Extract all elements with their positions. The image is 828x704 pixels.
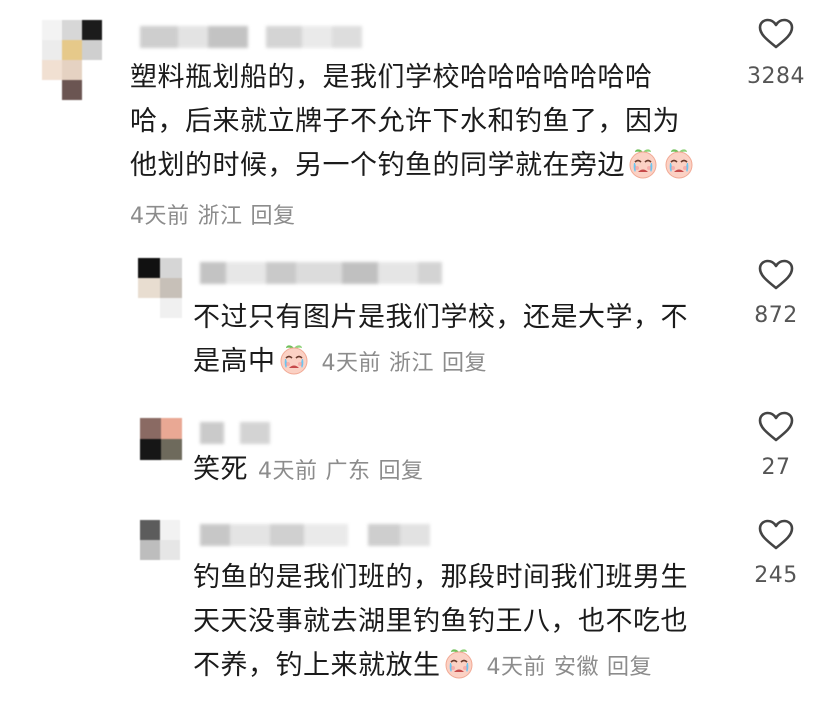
comment-location: 浙江 [197,204,243,229]
like-button[interactable]: 3284 [736,18,816,89]
reply-button[interactable]: 回复 [607,655,652,680]
username[interactable] [200,422,270,444]
comment-time: 4天前 [258,459,318,484]
comment-meta: 4天前 安徽 回复 [487,655,661,680]
like-count: 27 [761,455,791,480]
crying-peach-emoji-icon [442,646,476,680]
comment-time: 4天前 [130,204,190,229]
username[interactable] [140,26,362,48]
reply-button[interactable]: 回复 [442,351,487,376]
avatar[interactable] [138,258,182,318]
crying-peach-emoji-icon [662,146,696,180]
comment-meta: 4天前 浙江 回复 [130,198,304,230]
comment-text[interactable]: 不过只有图片是我们学校，还是大学，不 是高中 4天前 浙江 回复 [193,296,688,386]
comment-text[interactable]: 塑料瓶划船的，是我们学校哈哈哈哈哈哈哈 哈，后来就立牌子不允许下水和钓鱼了，因为… [130,56,697,188]
username[interactable] [200,524,430,546]
comment-location: 浙江 [389,351,435,376]
like-count: 3284 [747,64,805,89]
comment-location: 广东 [325,459,371,484]
crying-peach-emoji-icon [277,342,311,376]
comment-meta: 4天前 广东 回复 [258,459,432,484]
comment-text[interactable]: 笑死 4天前 广东 回复 [193,448,432,494]
username[interactable] [200,262,442,284]
crying-peach-emoji-icon [626,146,660,180]
like-button[interactable]: 245 [736,519,816,588]
avatar[interactable] [140,520,180,560]
like-button[interactable]: 872 [736,259,816,328]
like-count: 245 [754,563,798,588]
comment-time: 4天前 [486,655,546,680]
like-count: 872 [754,303,798,328]
comment-location: 安徽 [554,655,600,680]
heart-icon[interactable] [758,519,794,551]
comment-time: 4天前 [321,351,381,376]
like-button[interactable]: 27 [736,411,816,480]
comment-meta: 4天前 浙江 回复 [322,351,496,376]
reply-button[interactable]: 回复 [251,204,296,229]
avatar[interactable] [42,20,102,100]
avatar[interactable] [140,418,182,460]
reply-button[interactable]: 回复 [379,459,424,484]
comment-text[interactable]: 钓鱼的是我们班的，那段时间我们班男生 天天没事就去湖里钓鱼钓王八，也不吃也 不养… [193,556,688,690]
heart-icon[interactable] [758,259,794,291]
heart-icon[interactable] [758,411,794,443]
heart-icon[interactable] [758,18,794,50]
